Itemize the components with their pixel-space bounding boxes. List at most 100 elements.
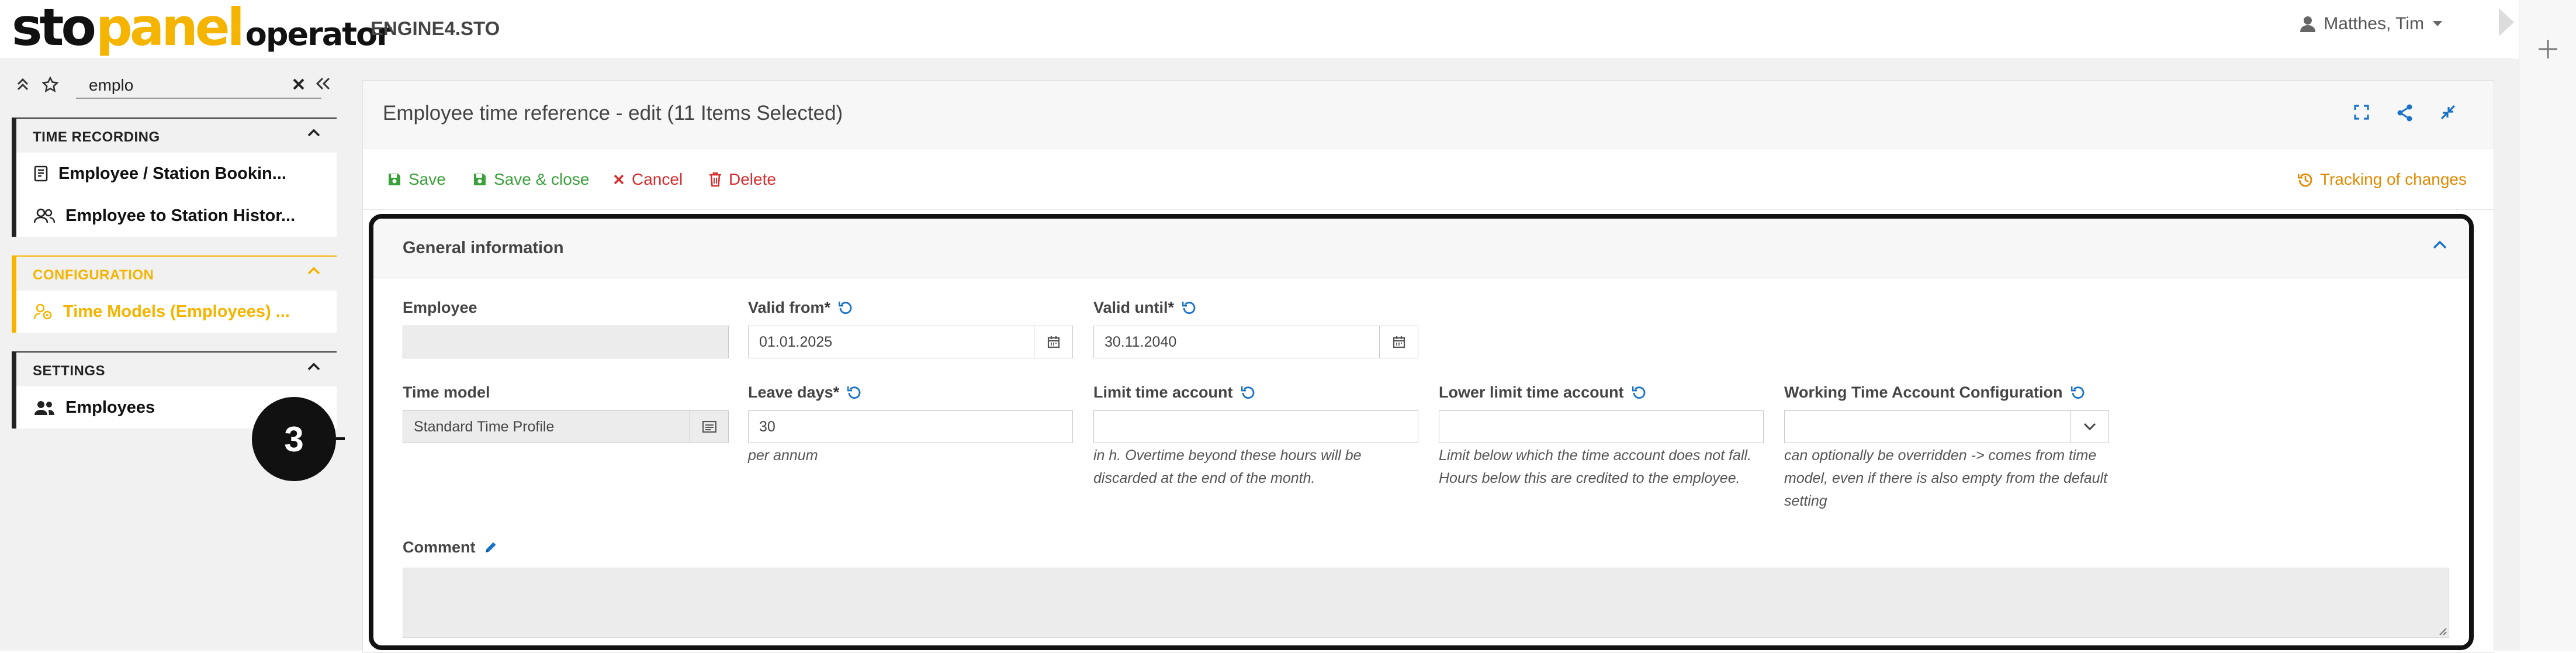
section-header[interactable]: General information [373, 219, 2469, 278]
valid-from-input[interactable]: 01.01.2025 [748, 326, 1073, 358]
reset-icon[interactable] [1182, 300, 1196, 315]
expand-icon[interactable] [2353, 104, 2370, 122]
time-model-value: Standard Time Profile [414, 418, 555, 435]
sidebar: TIME RECORDING Employee / Station Bookin… [0, 59, 345, 651]
collapse-icon[interactable] [2440, 104, 2456, 122]
sidebar-item-label: Employee to Station Histor... [65, 206, 296, 225]
employee-field: Employee [403, 298, 729, 358]
field-hint: per annum [748, 447, 818, 464]
employee-input[interactable] [403, 326, 729, 358]
sidebar-item-label: Employees [65, 398, 155, 417]
limit-time-account-input[interactable] [1093, 410, 1418, 443]
sidebar-section-title: CONFIGURATION [33, 267, 154, 283]
logo-panel: panel [95, 0, 245, 57]
lower-limit-time-account-field: Lower limit time account Limit below whi… [1439, 382, 1764, 486]
calendar-button[interactable] [1034, 326, 1072, 358]
chevron-up-icon[interactable] [2433, 240, 2447, 249]
cancel-button[interactable]: Cancel [613, 170, 683, 189]
chevron-up-icon [307, 362, 320, 371]
required-marker: * [824, 298, 831, 316]
sidebar-section-title: TIME RECORDING [33, 129, 160, 145]
pencil-icon[interactable] [484, 540, 498, 554]
delete-button[interactable]: Delete [709, 170, 776, 189]
history-icon [2297, 172, 2313, 187]
action-toolbar: Save Save & close Cancel Delete Tracking… [363, 149, 2494, 210]
logo-sto: sto [12, 0, 96, 57]
double-chevron-left-icon[interactable] [316, 77, 331, 91]
reset-icon[interactable] [1241, 385, 1255, 399]
panel-toggle-arrow-icon[interactable] [2499, 8, 2514, 36]
field-label: Time model [403, 383, 490, 401]
field-label: Working Time Account Configuration [1784, 383, 2063, 401]
field-hint: in h. Overtime beyond these hours will b… [1093, 447, 1362, 486]
main-area: Employee time reference - edit (11 Items… [345, 59, 2519, 653]
sidebar-item-employee-station-history[interactable]: Employee to Station Histor... [12, 195, 337, 237]
sidebar-search-input[interactable] [76, 73, 321, 99]
edit-panel: Employee time reference - edit (11 Items… [362, 80, 2494, 653]
valid-until-field: Valid until* 30.11.2040 [1093, 298, 1418, 358]
app-header: sto panel operator ENGINE4.STO Matthes, … [0, 0, 2514, 59]
working-time-account-config-field: Working Time Account Configuration can o… [1784, 382, 2109, 509]
save-close-button[interactable]: Save & close [473, 170, 589, 189]
leave-days-input[interactable]: 30 [748, 410, 1073, 443]
field-label: Leave days [748, 383, 833, 401]
calendar-icon [1393, 336, 1405, 348]
general-information-section: General information Employee Valid from* [369, 214, 2474, 650]
calendar-icon [1047, 336, 1060, 348]
sidebar-item-label: Time Models (Employees) ... [63, 302, 290, 321]
valid-until-value: 30.11.2040 [1105, 333, 1177, 350]
reset-icon[interactable] [1632, 385, 1646, 399]
users-icon [34, 208, 55, 223]
sidebar-section-header[interactable]: SETTINGS [12, 351, 337, 386]
field-label: Employee [403, 298, 477, 316]
resize-grip-icon[interactable] [2437, 626, 2466, 642]
plus-icon[interactable] [2537, 39, 2558, 60]
sidebar-toolbar [13, 71, 340, 100]
sidebar-item-time-models-employees[interactable]: Time Models (Employees) ... [12, 291, 337, 333]
save-close-label: Save & close [494, 170, 590, 188]
user-name: Matthes, Tim [2324, 14, 2424, 33]
share-icon[interactable] [2397, 104, 2413, 122]
valid-from-field: Valid from* 01.01.2025 [748, 298, 1073, 358]
reset-icon[interactable] [847, 385, 861, 399]
app-title: ENGINE4.STO [371, 18, 500, 39]
star-pin-icon[interactable] [42, 77, 58, 93]
reset-icon[interactable] [2071, 385, 2085, 399]
sidebar-item-employee-station-bookings[interactable]: Employee / Station Bookin... [12, 153, 337, 195]
sidebar-section-header[interactable]: TIME RECORDING [12, 118, 337, 153]
logo-operator: operator [245, 16, 392, 53]
chevron-up-icon [307, 266, 320, 275]
right-rail [2519, 0, 2576, 651]
cancel-label: Cancel [632, 170, 683, 188]
callout-badge: 3 [252, 397, 336, 481]
time-model-input[interactable]: Standard Time Profile [403, 410, 729, 443]
delete-label: Delete [729, 170, 776, 188]
double-chevron-up-icon[interactable] [16, 77, 29, 92]
floppy-icon [387, 172, 401, 186]
working-time-account-config-select[interactable] [1784, 410, 2109, 443]
section-title: General information [403, 239, 564, 257]
x-icon [613, 174, 625, 185]
time-model-lookup-button[interactable] [690, 411, 728, 443]
sidebar-section-configuration: CONFIGURATION Time Models (Employees) ..… [12, 255, 337, 333]
dropdown-button[interactable] [2070, 411, 2108, 443]
caret-down-icon [2432, 20, 2443, 27]
required-marker: * [1168, 298, 1175, 316]
save-button[interactable]: Save [387, 170, 446, 189]
sidebar-section-time-recording: TIME RECORDING Employee / Station Bookin… [12, 118, 337, 237]
comment-textarea[interactable] [403, 568, 2449, 638]
valid-until-input[interactable]: 30.11.2040 [1093, 326, 1418, 358]
field-label: Lower limit time account [1439, 383, 1624, 401]
calendar-button[interactable] [1379, 326, 1418, 358]
close-icon[interactable] [292, 78, 305, 91]
floppy-icon [473, 172, 487, 186]
chevron-up-icon [307, 128, 320, 137]
sidebar-section-header[interactable]: CONFIGURATION [12, 255, 337, 291]
field-label: Comment [403, 538, 476, 556]
user-menu[interactable]: Matthes, Tim [2300, 14, 2443, 34]
reset-icon[interactable] [839, 300, 853, 315]
lower-limit-time-account-input[interactable] [1439, 410, 1764, 443]
save-label: Save [408, 170, 446, 188]
stopanel-logo[interactable]: sto panel operator [12, 0, 392, 59]
tracking-of-changes-button[interactable]: Tracking of changes [2297, 170, 2467, 189]
